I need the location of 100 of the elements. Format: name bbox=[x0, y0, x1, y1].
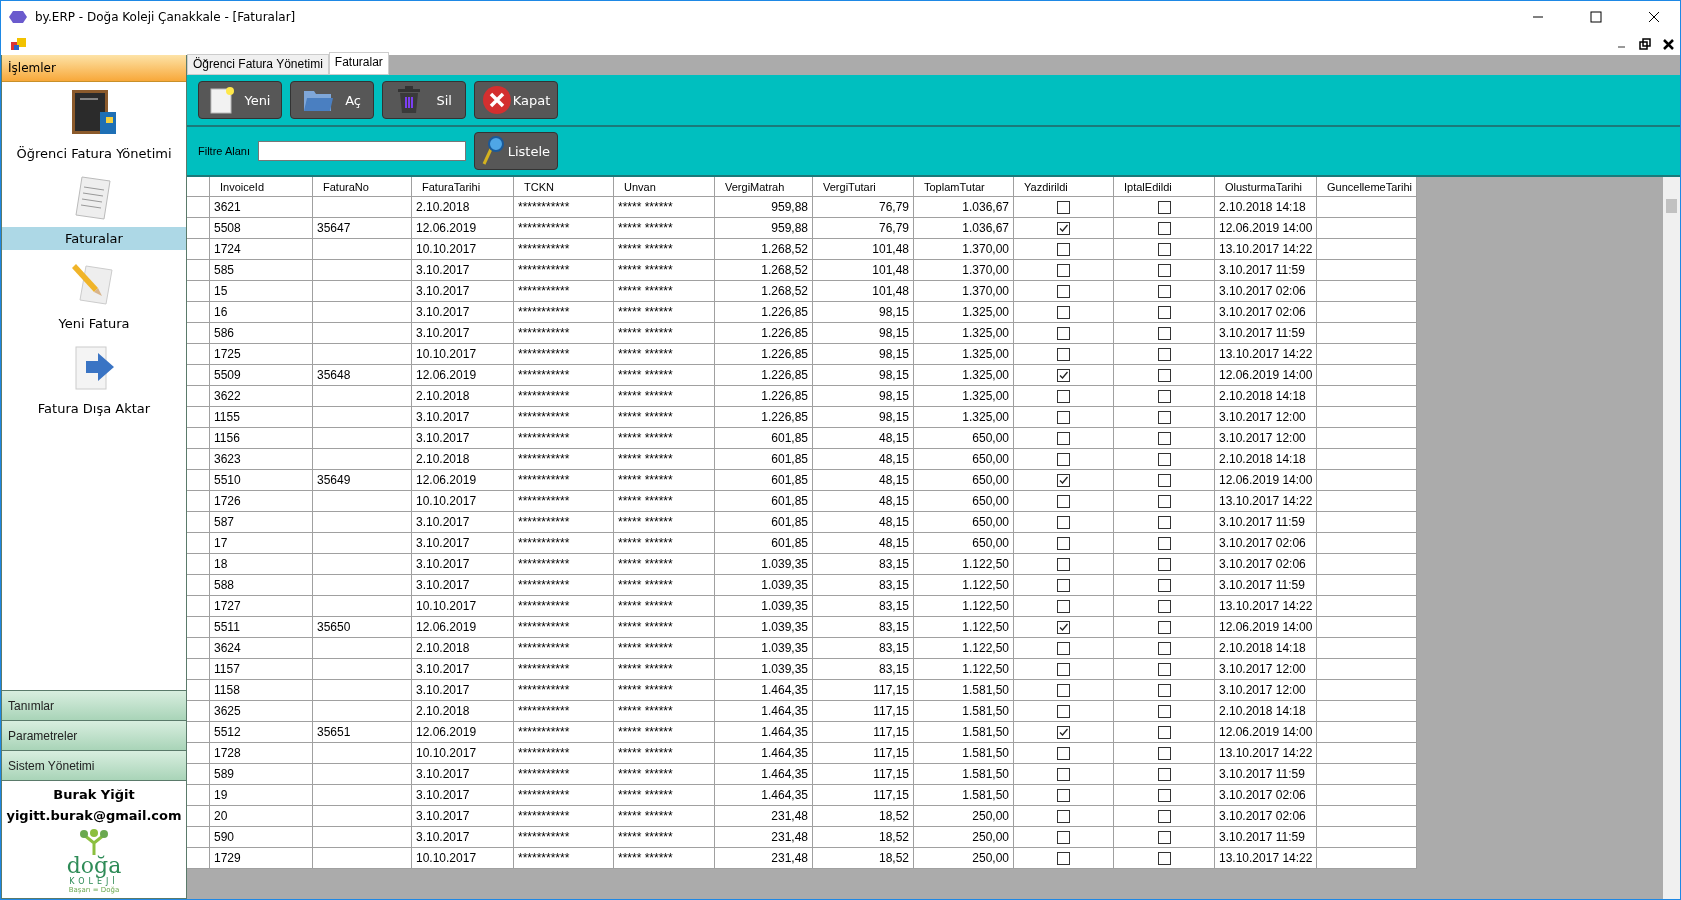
checkbox[interactable] bbox=[1057, 641, 1070, 655]
checkbox[interactable] bbox=[1057, 788, 1070, 802]
checkbox[interactable] bbox=[1057, 536, 1070, 550]
row-header[interactable] bbox=[187, 365, 210, 386]
row-header[interactable] bbox=[187, 344, 210, 365]
checkbox[interactable] bbox=[1157, 725, 1171, 739]
row-header[interactable] bbox=[187, 743, 210, 764]
sidebar-item[interactable]: Öğrenci Fatura Yönetimi bbox=[2, 142, 186, 165]
checkbox[interactable] bbox=[1157, 221, 1171, 235]
checkbox[interactable] bbox=[1057, 578, 1070, 592]
sidebar-item[interactable]: Yeni Fatura bbox=[2, 312, 186, 335]
column-header[interactable]: VergiMatrah bbox=[715, 177, 813, 197]
checkbox[interactable] bbox=[1057, 389, 1070, 403]
checkbox[interactable] bbox=[1157, 515, 1171, 529]
checkbox[interactable] bbox=[1057, 557, 1070, 571]
row-header[interactable] bbox=[187, 533, 210, 554]
checkbox[interactable] bbox=[1057, 851, 1070, 865]
row-header[interactable] bbox=[187, 722, 210, 743]
checkbox[interactable] bbox=[1157, 305, 1171, 319]
row-header[interactable] bbox=[187, 680, 210, 701]
checkbox[interactable] bbox=[1157, 473, 1171, 487]
window-menu-icon[interactable] bbox=[11, 37, 27, 51]
checkbox[interactable] bbox=[1057, 494, 1070, 508]
toolbar-button[interactable]: Kapat bbox=[474, 81, 558, 119]
maximize-icon[interactable] bbox=[1590, 11, 1602, 23]
checkbox[interactable] bbox=[1057, 830, 1070, 844]
checkbox[interactable] bbox=[1057, 431, 1070, 445]
row-header[interactable] bbox=[187, 218, 210, 239]
sidebar-group-header[interactable]: Parametreler bbox=[2, 720, 186, 750]
checkbox[interactable] bbox=[1057, 725, 1070, 739]
checkbox[interactable] bbox=[1157, 704, 1171, 718]
row-header[interactable] bbox=[187, 764, 210, 785]
row-header[interactable] bbox=[187, 386, 210, 407]
close-icon[interactable] bbox=[1648, 11, 1660, 23]
checkbox[interactable] bbox=[1057, 620, 1070, 634]
checkbox[interactable] bbox=[1057, 809, 1070, 823]
row-header[interactable] bbox=[187, 302, 210, 323]
row-header[interactable] bbox=[187, 701, 210, 722]
checkbox[interactable] bbox=[1057, 599, 1070, 613]
checkbox[interactable] bbox=[1157, 389, 1171, 403]
checkbox[interactable] bbox=[1157, 410, 1171, 424]
checkbox[interactable] bbox=[1057, 515, 1070, 529]
checkbox[interactable] bbox=[1057, 746, 1070, 760]
checkbox[interactable] bbox=[1157, 746, 1171, 760]
chalkboard-icon[interactable] bbox=[72, 90, 116, 136]
checkbox[interactable] bbox=[1157, 767, 1171, 781]
toolbar-button[interactable]: Yeni bbox=[198, 81, 282, 119]
row-header[interactable] bbox=[187, 848, 210, 869]
row-header[interactable] bbox=[187, 449, 210, 470]
column-header[interactable]: GuncellemeTarihi bbox=[1317, 177, 1417, 197]
row-header[interactable] bbox=[187, 323, 210, 344]
checkbox[interactable] bbox=[1157, 368, 1171, 382]
checkbox[interactable] bbox=[1157, 284, 1171, 298]
checkbox[interactable] bbox=[1157, 620, 1171, 634]
export-arrow-icon[interactable] bbox=[72, 345, 116, 391]
tab[interactable]: Faturalar bbox=[328, 52, 389, 75]
restore-icon[interactable] bbox=[1639, 38, 1651, 50]
checkbox[interactable] bbox=[1157, 431, 1171, 445]
tab[interactable]: Öğrenci Fatura Yönetimi bbox=[187, 54, 329, 75]
column-header[interactable]: FaturaNo bbox=[313, 177, 412, 197]
checkbox[interactable] bbox=[1057, 410, 1070, 424]
row-header[interactable] bbox=[187, 575, 210, 596]
checkbox[interactable] bbox=[1057, 368, 1070, 382]
row-header[interactable] bbox=[187, 260, 210, 281]
vertical-scrollbar[interactable] bbox=[1663, 177, 1680, 899]
checkbox[interactable] bbox=[1157, 536, 1171, 550]
row-header[interactable] bbox=[187, 596, 210, 617]
checkbox[interactable] bbox=[1157, 242, 1171, 256]
row-header[interactable] bbox=[187, 659, 210, 680]
checkbox[interactable] bbox=[1157, 452, 1171, 466]
column-header[interactable]: FaturaTarihi bbox=[412, 177, 514, 197]
column-header[interactable]: OlusturmaTarihi bbox=[1215, 177, 1317, 197]
checkbox[interactable] bbox=[1057, 200, 1070, 214]
column-header[interactable]: IptalEdildi bbox=[1114, 177, 1215, 197]
checkbox[interactable] bbox=[1157, 200, 1171, 214]
checkbox[interactable] bbox=[1157, 683, 1171, 697]
row-header[interactable] bbox=[187, 785, 210, 806]
list-button[interactable]: Listele bbox=[473, 132, 558, 170]
checkbox[interactable] bbox=[1157, 326, 1171, 340]
toolbar-button[interactable]: Sil bbox=[382, 81, 466, 119]
checkbox[interactable] bbox=[1057, 704, 1070, 718]
row-header[interactable] bbox=[187, 470, 210, 491]
checkbox[interactable] bbox=[1057, 683, 1070, 697]
checkbox[interactable] bbox=[1057, 662, 1070, 676]
row-header[interactable] bbox=[187, 407, 210, 428]
checkbox[interactable] bbox=[1157, 641, 1171, 655]
checkbox[interactable] bbox=[1157, 263, 1171, 277]
column-header[interactable]: ToplamTutar bbox=[914, 177, 1014, 197]
sidebar-item[interactable]: Faturalar bbox=[2, 227, 186, 250]
column-header[interactable]: Unvan bbox=[614, 177, 715, 197]
column-header[interactable]: Yazdirildi bbox=[1014, 177, 1114, 197]
filter-field[interactable] bbox=[257, 141, 466, 161]
checkbox[interactable] bbox=[1157, 347, 1171, 361]
row-header[interactable] bbox=[187, 197, 210, 218]
checkbox[interactable] bbox=[1057, 347, 1070, 361]
checkbox[interactable] bbox=[1057, 263, 1070, 277]
sidebar-item[interactable]: Fatura Dışa Aktar bbox=[2, 397, 186, 420]
row-header[interactable] bbox=[187, 638, 210, 659]
checkbox[interactable] bbox=[1157, 557, 1171, 571]
toolbar-button[interactable]: Aç bbox=[290, 81, 374, 119]
